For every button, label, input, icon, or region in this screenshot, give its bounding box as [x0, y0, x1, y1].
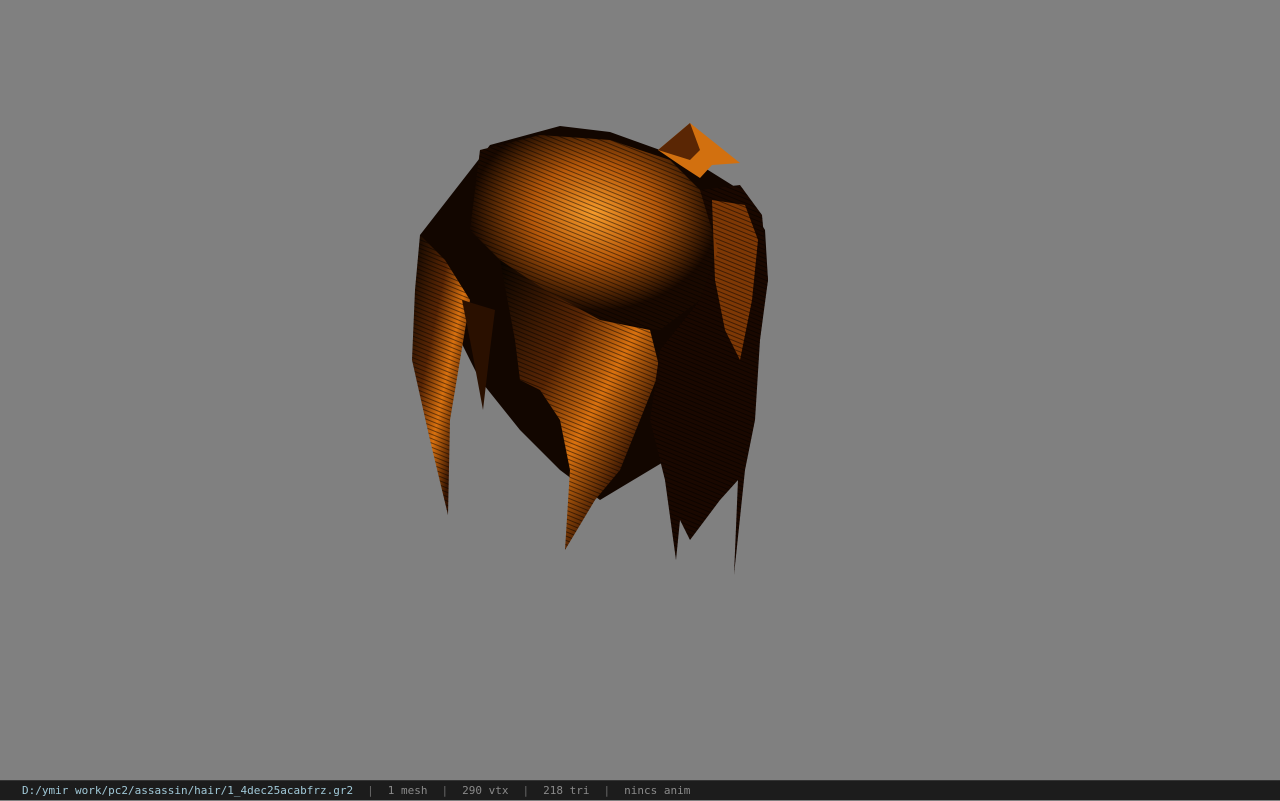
status-bar: D:/ymir work/pc2/assassin/hair/1_4dec25a…	[0, 780, 1280, 800]
status-separator: |	[522, 784, 530, 797]
triangle-count-label: 218 tri	[543, 784, 590, 797]
model-viewport[interactable]	[0, 0, 1280, 780]
status-separator: |	[603, 784, 611, 797]
status-separator: |	[441, 784, 449, 797]
hair-model-render	[412, 123, 768, 575]
status-separator: |	[367, 784, 374, 797]
anim-status-label: nincs anim	[624, 784, 691, 797]
mesh-count-label: 1 mesh	[387, 784, 428, 797]
file-path-label: D:/ymir work/pc2/assassin/hair/1_4dec25a…	[22, 784, 354, 797]
vertex-count-label: 290 vtx	[462, 784, 509, 797]
